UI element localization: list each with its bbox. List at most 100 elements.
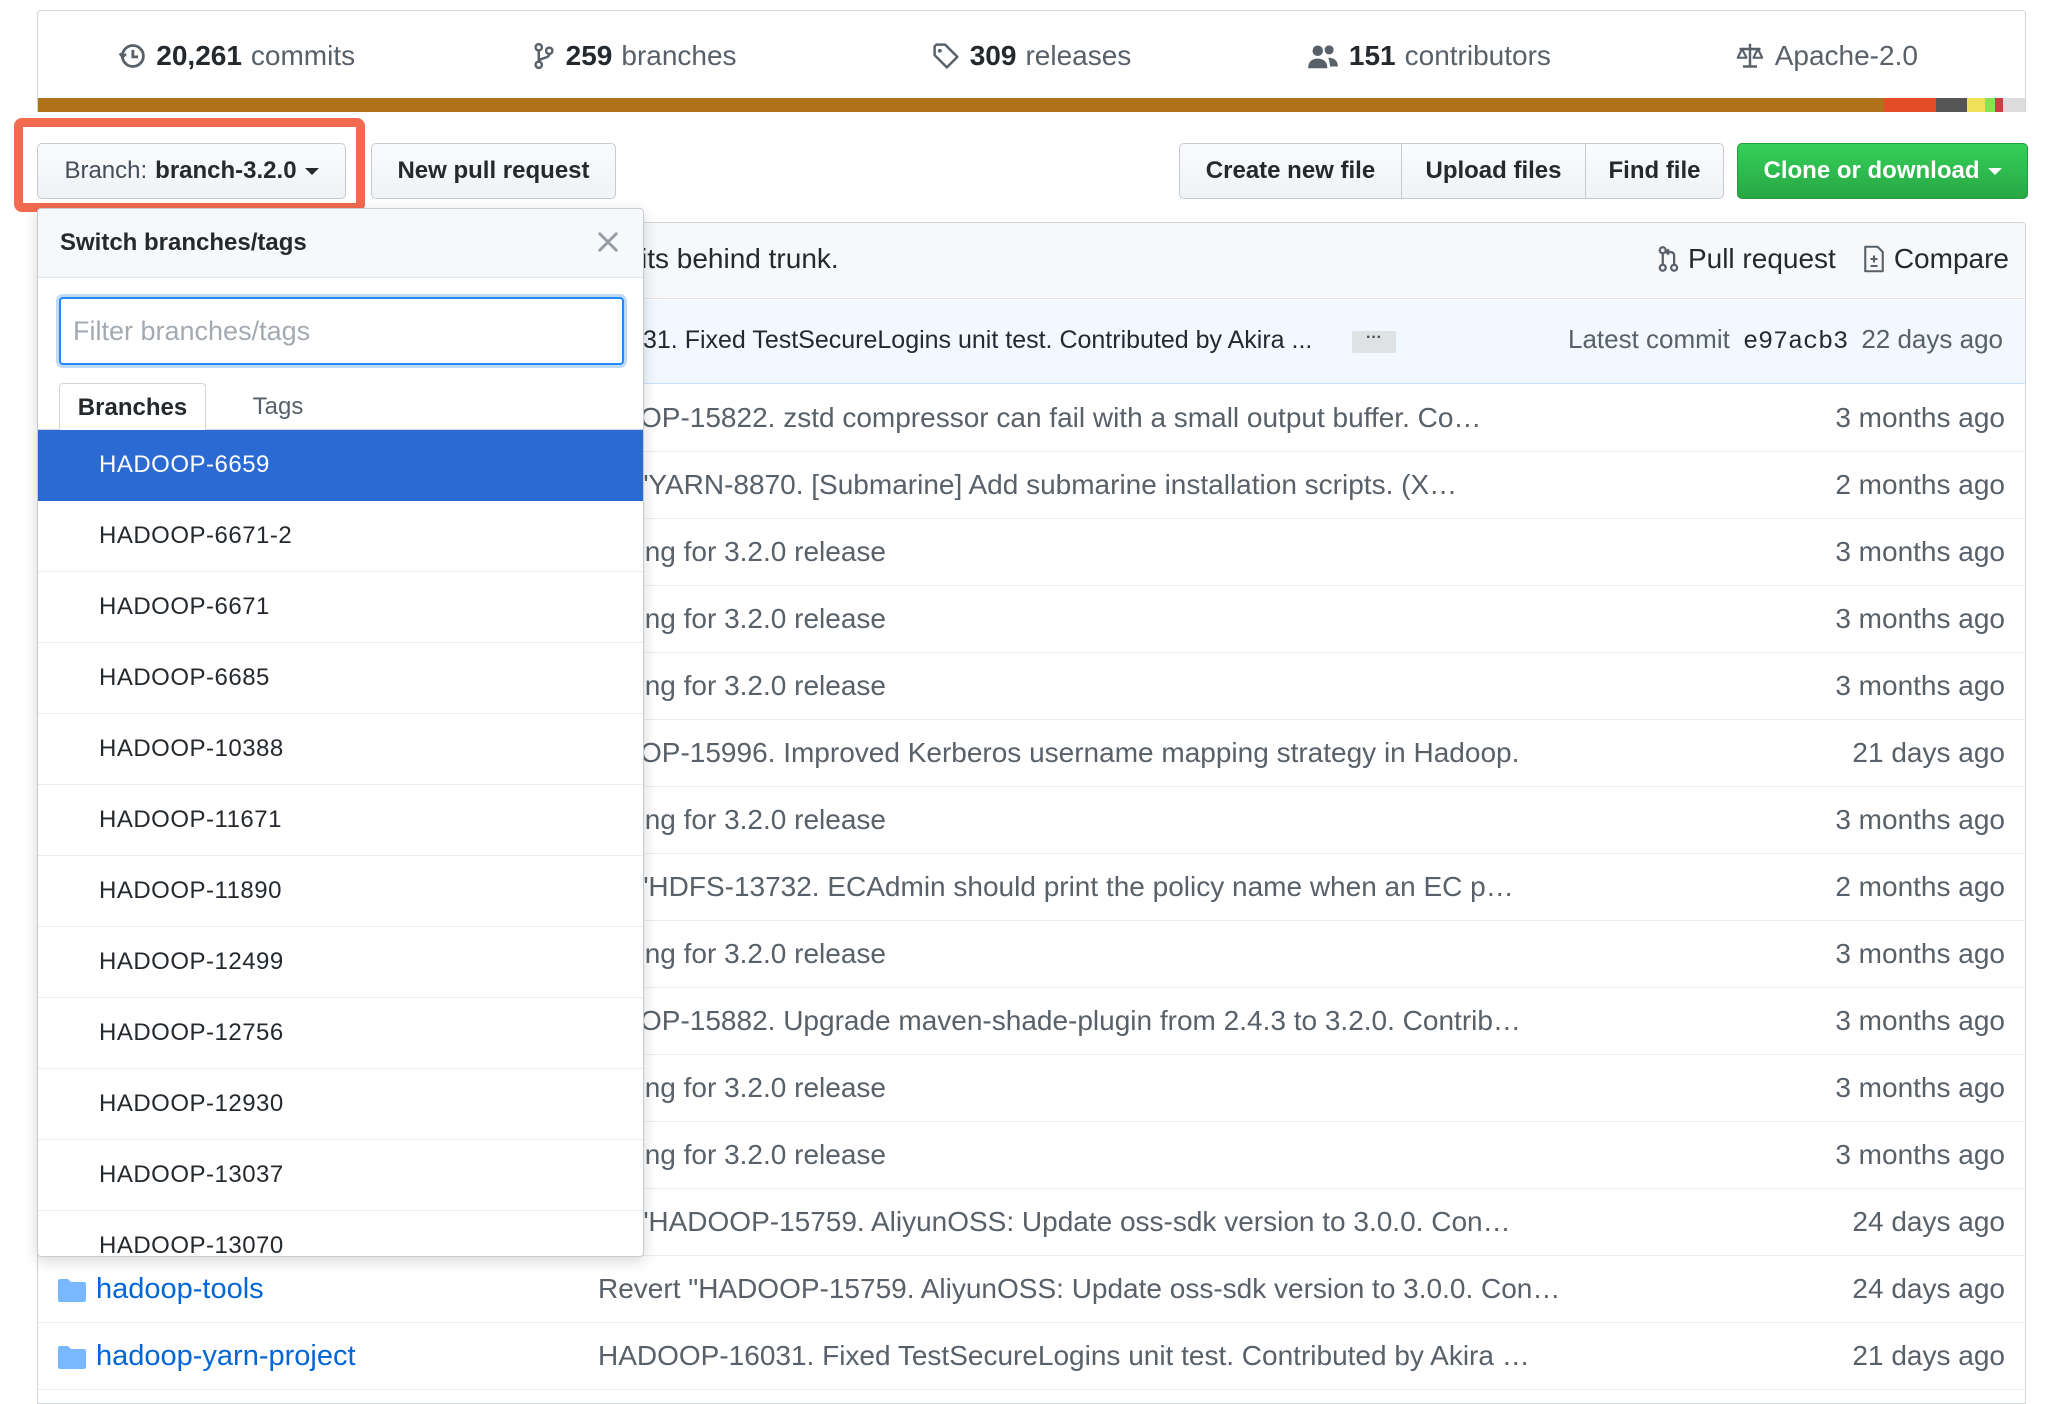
releases-count: 309: [969, 39, 1017, 71]
license-label: Apache-2.0: [1774, 39, 1918, 71]
file-commit-age: 3 months ago: [1835, 402, 2005, 433]
new-pull-request-button[interactable]: New pull request: [371, 143, 616, 199]
file-commit-age: 21 days ago: [1852, 737, 2005, 768]
file-commit-age: 3 months ago: [1835, 536, 2005, 567]
file-commit-age: 24 days ago: [1852, 1273, 2005, 1304]
language-segment[interactable]: [2003, 98, 2025, 112]
upload-files-button[interactable]: Upload files: [1401, 143, 1586, 199]
branches-label: branches: [621, 39, 737, 71]
file-commit-message[interactable]: ert "HDFS-13732. ECAdmin should print th…: [598, 871, 1514, 903]
branch-switcher-dropdown: Switch branches/tags Branches Tags HADOO…: [37, 208, 644, 1257]
latest-commit-meta: Latest commit e97acb3 22 days ago: [1568, 324, 2003, 356]
file-commit-message[interactable]: DOOP-15996. Improved Kerberos username m…: [598, 737, 1519, 769]
create-new-file-button[interactable]: Create new file: [1179, 143, 1402, 199]
file-commit-age: 2 months ago: [1835, 469, 2005, 500]
license-link[interactable]: Apache-2.0: [1628, 40, 2025, 72]
language-segment[interactable]: [1883, 98, 1936, 112]
file-row: hadoop-tools Revert "HADOOP-15759. Aliyun…: [38, 1256, 2025, 1323]
branch-list-item[interactable]: HADOOP-13037: [38, 1140, 643, 1211]
file-diff-icon: [1864, 245, 1884, 273]
highlight-annotation: [14, 118, 365, 212]
close-icon[interactable]: [591, 225, 625, 259]
releases-link[interactable]: 309 releases: [833, 40, 1230, 72]
dropdown-tabs: Branches Tags: [38, 373, 643, 431]
latest-commit-label: Latest commit: [1568, 324, 1730, 354]
file-commit-age: 24 days ago: [1852, 1206, 2005, 1237]
file-name: hadoop-yarn-project: [96, 1340, 356, 1372]
file-name-link[interactable]: hadoop-tools: [58, 1273, 264, 1306]
language-segment[interactable]: [1995, 98, 2004, 112]
commits-label: commits: [250, 39, 356, 71]
filter-branches-input[interactable]: [59, 297, 624, 365]
contributors-link[interactable]: 151 contributors: [1230, 40, 1627, 72]
file-commit-age: 2 months ago: [1835, 871, 2005, 902]
file-name: hadoop-tools: [96, 1273, 264, 1305]
branch-list-item[interactable]: HADOOP-6671: [38, 572, 643, 643]
branch-list-item[interactable]: HADOOP-13070: [38, 1211, 643, 1256]
history-icon: [119, 43, 146, 68]
contributors-label: contributors: [1404, 39, 1551, 71]
folder-icon: [58, 1345, 86, 1369]
branch-list-item[interactable]: HADOOP-12499: [38, 927, 643, 998]
repo-summary-bar: 20,261 commits 259 branches 309 releases…: [37, 10, 2026, 112]
branch-list-item[interactable]: HADOOP-10388: [38, 714, 643, 785]
folder-icon: [58, 1278, 86, 1302]
file-commit-age: 3 months ago: [1835, 938, 2005, 969]
branches-count: 259: [565, 39, 613, 71]
clone-or-download-label: Clone or download: [1763, 157, 1980, 184]
clone-or-download-button[interactable]: Clone or download: [1737, 143, 2028, 199]
file-commit-message[interactable]: ert "YARN-8870. [Submarine] Add submarin…: [598, 469, 1457, 501]
latest-commit-message[interactable]: 31. Fixed TestSecureLogins unit test. Co…: [643, 326, 1312, 355]
file-row: hadoop-yarn-project HADOOP-16031. Fixed T…: [38, 1323, 2025, 1390]
file-commit-age: 3 months ago: [1835, 1005, 2005, 1036]
branch-list-item[interactable]: HADOOP-12930: [38, 1069, 643, 1140]
branch-list-item[interactable]: HADOOP-6685: [38, 643, 643, 714]
language-segment[interactable]: [38, 98, 1884, 112]
language-bar[interactable]: [38, 98, 2025, 112]
commits-link[interactable]: 20,261 commits: [38, 40, 435, 72]
file-commit-message[interactable]: DOOP-15882. Upgrade maven-shade-plugin f…: [598, 1005, 1521, 1037]
file-commit-message[interactable]: HADOOP-16031. Fixed TestSecureLogins uni…: [598, 1340, 1530, 1372]
branch-list: HADOOP-6659 HADOOP-6671-2 HADOOP-6671 HADOO…: [38, 430, 643, 1256]
branch-list-item[interactable]: HADOOP-11671: [38, 785, 643, 856]
branch-list-item[interactable]: HADOOP-12756: [38, 998, 643, 1069]
file-commit-age: 3 months ago: [1835, 804, 2005, 835]
compare-links: Pull request Compare: [1630, 243, 2009, 275]
branches-link[interactable]: 259 branches: [435, 40, 832, 72]
filter-wrapper: [38, 279, 643, 373]
file-commit-age: 3 months ago: [1835, 670, 2005, 701]
file-commit-age: 3 months ago: [1835, 1072, 2005, 1103]
branch-list-item[interactable]: HADOOP-6659: [38, 430, 643, 501]
language-segment[interactable]: [1985, 98, 1996, 112]
branch-list-item[interactable]: HADOOP-11890: [38, 856, 643, 927]
people-icon: [1308, 44, 1338, 68]
compare-link[interactable]: Compare: [1862, 243, 2009, 275]
releases-label: releases: [1025, 39, 1132, 71]
branch-status-text: its behind trunk.: [641, 243, 839, 274]
file-commit-age: 3 months ago: [1835, 1139, 2005, 1170]
file-commit-age: 21 days ago: [1852, 1340, 2005, 1371]
dropdown-title: Switch branches/tags: [60, 229, 307, 256]
expand-commit-message-button[interactable]: ···: [1352, 330, 1396, 353]
tag-icon: [933, 42, 959, 69]
file-commit-message[interactable]: DOOP-15822. zstd compressor can fail wit…: [598, 402, 1481, 434]
tab-tags[interactable]: Tags: [218, 383, 338, 431]
tab-branches[interactable]: Branches: [59, 383, 206, 431]
git-branch-icon: [534, 42, 554, 69]
file-commit-message[interactable]: Revert "HADOOP-15759. AliyunOSS: Update …: [598, 1273, 1560, 1305]
branch-list-item[interactable]: HADOOP-6671-2: [38, 501, 643, 572]
language-segment[interactable]: [1935, 98, 1968, 112]
law-icon: [1736, 43, 1764, 68]
latest-commit-sha[interactable]: e97acb3: [1743, 327, 1848, 356]
contributors-count: 151: [1348, 39, 1396, 71]
compare-label: Compare: [1893, 243, 2009, 274]
file-commit-message[interactable]: ert "HADOOP-15759. AliyunOSS: Update oss…: [598, 1206, 1511, 1238]
caret-down-icon: [1987, 167, 2002, 175]
file-name-link[interactable]: hadoop-yarn-project: [58, 1340, 356, 1373]
pull-request-link[interactable]: Pull request: [1656, 243, 1836, 275]
find-file-button[interactable]: Find file: [1585, 143, 1724, 199]
language-segment[interactable]: [1967, 98, 1986, 112]
latest-commit-age: 22 days ago: [1861, 324, 2003, 354]
git-pull-request-icon: [1658, 246, 1679, 272]
commits-count: 20,261: [156, 39, 242, 71]
